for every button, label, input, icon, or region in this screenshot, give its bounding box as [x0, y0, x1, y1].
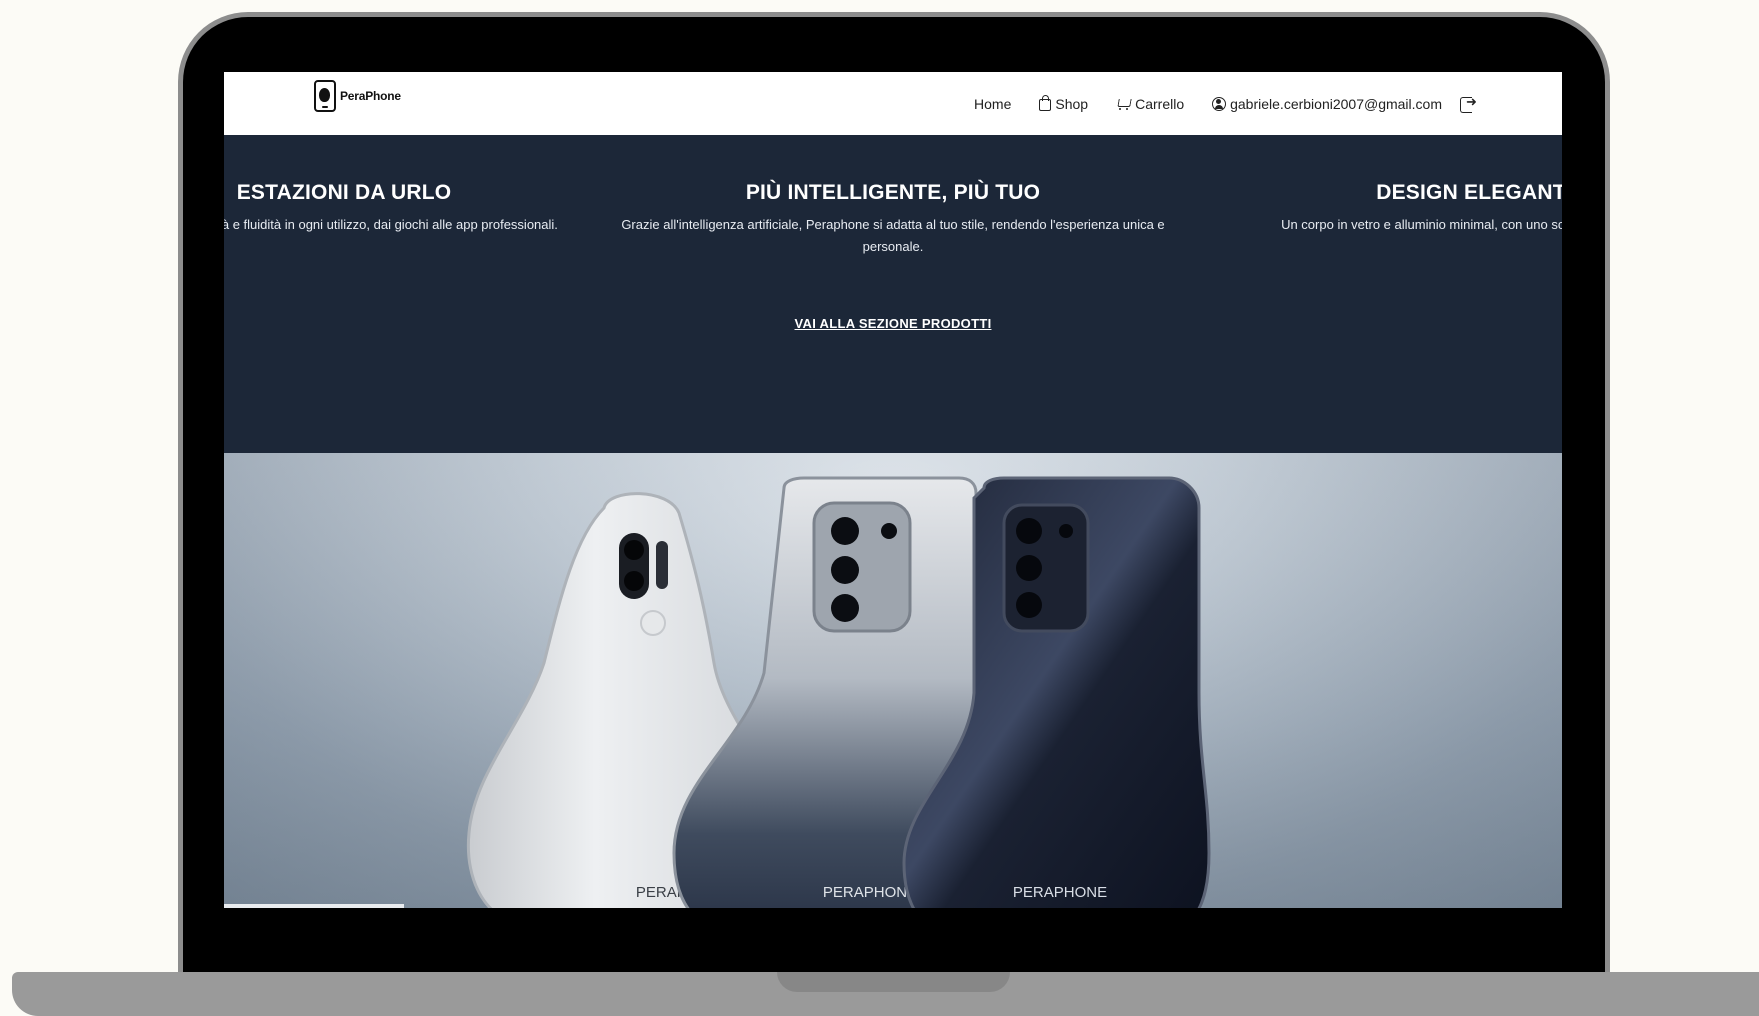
shopping-bag-icon — [1039, 94, 1052, 111]
nav-cart-label: Carrello — [1135, 95, 1185, 112]
nav-links: Home Shop Carrello gabriele.cerbioni2007… — [974, 72, 1478, 135]
phone-silver-label: PERAPHONE — [823, 884, 917, 901]
nav-account-email: gabriele.cerbioni2007@gmail.com — [1230, 95, 1442, 112]
feature-text: Un corpo in vetro e alluminio minimal, c… — [1281, 217, 1562, 232]
feature-title: DESIGN ELEGANTI — [1376, 181, 1562, 204]
pear-phone-logo-icon — [314, 80, 336, 112]
nav-home-link[interactable]: Home — [974, 96, 1011, 112]
feature-design: DESIGN ELEGANTI Un corpo in vetro e allu… — [1194, 181, 1562, 236]
hero-product-image: PERAPHONE PERAPHONE PERAPHONE — [224, 453, 1562, 908]
feature-title: ESTAZIONI DA URLO — [236, 181, 452, 204]
nav-home-label: Home — [974, 95, 1012, 112]
nav-account-link[interactable]: gabriele.cerbioni2007@gmail.com — [1212, 94, 1478, 113]
cta-container: VAI ALLA SEZIONE PRODOTTI — [224, 315, 1562, 333]
brand[interactable]: PeraPhone — [314, 80, 401, 112]
feature-text: Grazie all'intelligenza artificiale, Per… — [621, 217, 1165, 254]
horizontal-scrollbar[interactable] — [224, 904, 404, 908]
phone-midnight-label: PERAPHONE — [1013, 884, 1107, 901]
cart-icon — [1116, 98, 1131, 110]
nav-cart-link[interactable]: Carrello — [1116, 96, 1184, 112]
feature-text: garantire velocità e fluidità in ogni ut… — [224, 217, 558, 232]
features-band: ESTAZIONI DA URLO garantire velocità e f… — [224, 135, 1562, 453]
feature-performance: ESTAZIONI DA URLO garantire velocità e f… — [224, 181, 624, 236]
products-section-link[interactable]: VAI ALLA SEZIONE PRODOTTI — [795, 316, 992, 331]
laptop-notch — [777, 972, 1010, 992]
phones-illustration: PERAPHONE PERAPHONE PERAPHONE — [466, 476, 1211, 908]
user-circle-icon — [1212, 96, 1227, 111]
navbar: PeraPhone Home Shop Carrello gabriele.ce… — [224, 72, 1562, 135]
brand-name: PeraPhone — [340, 89, 401, 103]
logout-icon[interactable] — [1460, 94, 1478, 113]
nav-shop-label: Shop — [1055, 95, 1089, 112]
website-screen: PeraPhone Home Shop Carrello gabriele.ce… — [224, 72, 1562, 908]
feature-intelligence: PIÙ INTELLIGENTE, PIÙ TUO Grazie all'int… — [613, 181, 1173, 258]
nav-shop-link[interactable]: Shop — [1039, 94, 1089, 112]
feature-title: PIÙ INTELLIGENTE, PIÙ TUO — [745, 181, 1041, 204]
